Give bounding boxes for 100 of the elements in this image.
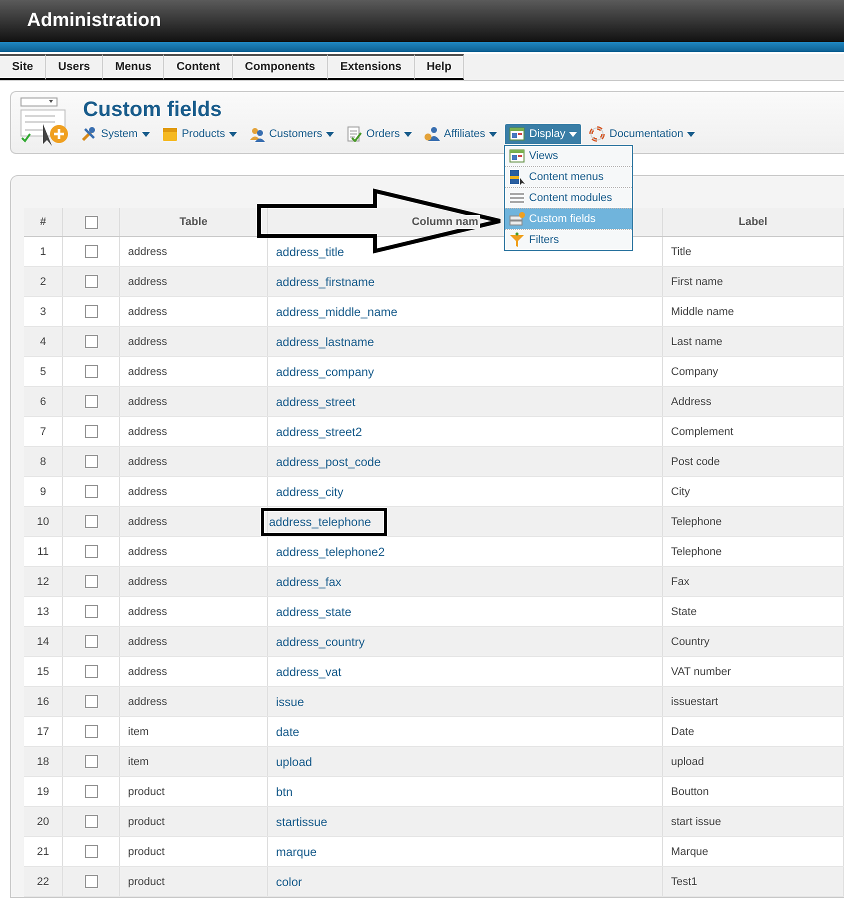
row-number: 18 [24,746,62,776]
table-cell: product [120,776,268,806]
menu-item[interactable]: Help [414,54,464,80]
checkbox[interactable] [84,365,98,378]
dropdown-item[interactable]: Filters [505,229,632,250]
column-link[interactable]: address_firstname [276,274,375,288]
dropdown-item[interactable]: Views [505,146,632,166]
checkbox[interactable] [84,455,98,468]
column-link[interactable]: address_city [276,484,344,498]
checkbox[interactable] [84,845,98,858]
document-icon [346,126,362,142]
toolbar-menu-button[interactable]: Affiliates [420,124,502,144]
table-cell: Last name [662,326,844,356]
row-number: 14 [24,626,62,656]
menu-item[interactable]: Extensions [328,54,415,80]
checkbox[interactable] [84,515,98,528]
column-link[interactable]: address_company [276,364,374,378]
column-link[interactable]: startissue [276,814,328,828]
checkbox[interactable] [84,635,98,648]
column-link[interactable]: address_lastname [276,334,374,348]
toolbar-menu-button[interactable]: Documentation [585,124,700,144]
row-number: 20 [24,806,62,836]
toolbar-menu-button[interactable]: Display [505,124,582,144]
table-cell: address [120,446,268,476]
table-cell: address [120,266,268,296]
table-cell: item [120,716,268,746]
dropdown-item[interactable]: Content menus [505,166,632,187]
column-link[interactable]: issue [276,694,304,708]
table-cell: Telephone [662,506,844,536]
column-link[interactable]: address_street [276,394,356,408]
column-link[interactable]: btn [276,784,293,798]
table-cell: address [120,656,268,686]
column-link[interactable]: address_middle_name [276,304,398,318]
column-link[interactable]: date [276,724,300,738]
column-header: # [24,208,62,236]
checkbox[interactable] [84,485,98,498]
checkbox[interactable] [84,665,98,678]
table-cell: address [120,386,268,416]
menu-item[interactable]: Site [0,54,46,80]
toolbar-menu-button[interactable]: Orders [342,124,416,144]
checkbox[interactable] [84,335,98,348]
checkbox[interactable] [84,305,98,318]
row-number: 17 [24,716,62,746]
caret-icon [229,132,238,136]
row-number: 1 [24,236,62,266]
checkbox[interactable] [84,245,98,258]
window-title: Administration [27,10,162,32]
checkbox[interactable] [84,575,98,588]
menu-item[interactable]: Users [46,54,104,80]
table-cell: Country [662,626,844,656]
column-link[interactable]: upload [276,754,312,768]
checkbox[interactable] [84,425,98,438]
row-number: 19 [24,776,62,806]
menu-item[interactable]: Menus [103,54,164,80]
table-cell: VAT number [662,656,844,686]
row-number: 5 [24,356,62,386]
table-cell: Fax [662,566,844,596]
column-link[interactable]: color [276,874,302,888]
table-cell: Marque [662,836,844,866]
checkbox[interactable] [84,216,98,228]
checkbox[interactable] [84,275,98,288]
toolbar-menu-button[interactable]: System [77,124,154,144]
list-icon [509,190,525,206]
table-cell: Boutton [662,776,844,806]
checkbox[interactable] [84,695,98,708]
menu-item[interactable]: Components [232,54,328,80]
column-link[interactable]: address_post_code [276,454,381,468]
table-cell: address [120,416,268,446]
column-link[interactable]: address_title [276,244,344,258]
row-number: 10 [24,506,62,536]
table-cell: Company [662,356,844,386]
row-number: 21 [24,836,62,866]
table-cell: Post code [662,446,844,476]
table-cell: item [120,746,268,776]
checkbox[interactable] [84,875,98,888]
column-header: Column nam [410,215,480,229]
column-link[interactable]: address_street2 [276,424,362,438]
column-link[interactable]: address_country [276,634,365,648]
checkbox[interactable] [84,395,98,408]
checkbox[interactable] [84,815,98,828]
table-cell: upload [662,746,844,776]
row-number: 15 [24,656,62,686]
lifebuoy-icon [589,126,606,142]
table-cell: Test1 [662,866,844,896]
checkbox[interactable] [84,785,98,798]
column-link[interactable]: marque [276,844,317,858]
row-number: 7 [24,416,62,446]
checkbox[interactable] [84,725,98,738]
checkbox[interactable] [84,755,98,768]
column-link[interactable]: address_vat [276,664,342,678]
column-link[interactable]: address_telephone2 [276,544,385,558]
people-icon [424,126,440,142]
column-link[interactable]: address_state [276,604,352,618]
toolbar-menu-button[interactable]: Customers [245,124,338,144]
checkbox[interactable] [84,605,98,618]
checkbox[interactable] [84,545,98,558]
menu-item[interactable]: Content [164,54,233,80]
table-cell: product [120,866,268,896]
toolbar-menu-button[interactable]: Products [158,124,242,144]
column-link[interactable]: address_fax [276,574,342,588]
